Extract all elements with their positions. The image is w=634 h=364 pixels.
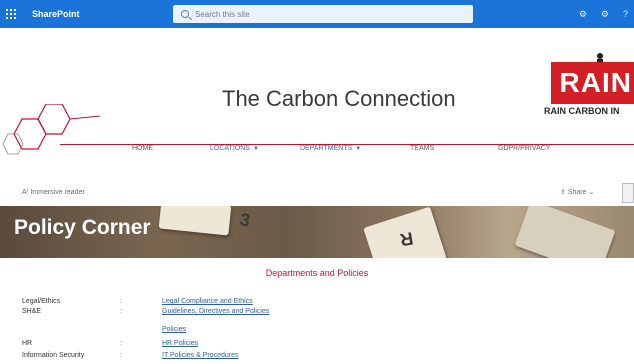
nav-item-gdpr[interactable]: GDPR/PRIVACY <box>498 145 550 152</box>
nav-item-home[interactable]: HOME <box>132 145 153 152</box>
settings-icon[interactable]: ⚙ <box>579 9 587 20</box>
share-label: Share <box>567 189 587 196</box>
immersive-reader-label: Immersive reader <box>30 189 85 196</box>
separator: : <box>120 340 122 347</box>
banner-title: Policy Corner <box>14 216 151 239</box>
hexagon-logo-icon <box>2 104 100 155</box>
policy-link[interactable]: Guidelines, Directives and Policies <box>162 308 269 315</box>
search-box[interactable]: Search this site <box>173 5 473 23</box>
chevron-down-icon: ▼ <box>252 146 259 152</box>
nav-item-departments[interactable]: DEPARTMENTS ▼ <box>300 145 361 152</box>
hero-banner: 3 R Policy Corner <box>0 206 634 258</box>
logo-text: RAIN <box>551 62 634 104</box>
help-icon[interactable]: ? <box>623 9 628 19</box>
chevron-down-icon: ▼ <box>355 146 362 152</box>
policy-link[interactable]: Legal Compliance and Ethics <box>162 298 253 305</box>
department-label: Legal/Ethics <box>22 298 61 305</box>
site-header: The Carbon Connection RAIN RAIN CARBON I… <box>0 28 634 203</box>
search-placeholder: Search this site <box>195 9 250 19</box>
nav-label: LOCATIONS <box>210 145 250 152</box>
tile-letter-image: 3 <box>238 209 252 231</box>
separator: : <box>120 308 122 315</box>
share-icon: ⇪ <box>560 189 568 196</box>
nav-label: TEAMS <box>410 145 435 152</box>
immersive-reader-button[interactable]: A⁾ Immersive reader <box>22 188 85 196</box>
department-label: Information Security <box>22 352 85 359</box>
top-navigation: HOME LOCATIONS ▼ DEPARTMENTS ▼ TEAMS GDPR/… <box>0 145 634 163</box>
logo-subtext: RAIN CARBON IN <box>544 106 620 116</box>
nav-item-teams[interactable]: TEAMS <box>410 145 434 152</box>
suite-bar: SharePoint Search this site ⚙ ⚙ ? <box>0 0 634 28</box>
site-title[interactable]: The Carbon Connection <box>222 86 456 112</box>
page: SharePoint Search this site ⚙ ⚙ ? The Ca… <box>0 0 634 364</box>
search-icon <box>181 10 189 18</box>
policy-link[interactable]: HR Policies <box>162 340 198 347</box>
scrabble-tile-image <box>158 206 232 236</box>
edit-button[interactable] <box>622 183 634 203</box>
scrabble-tile-image <box>514 206 616 258</box>
nav-label: GDPR/PRIVACY <box>498 145 551 152</box>
nav-label: DEPARTMENTS <box>300 145 353 152</box>
command-bar: A⁾ Immersive reader ⇪ Share ⌄ <box>0 183 634 205</box>
chevron-down-icon: ⌄ <box>586 189 595 196</box>
section-title: Departments and Policies <box>265 268 369 278</box>
department-label: SH&E <box>22 308 42 315</box>
policy-link[interactable]: Policies <box>162 326 186 333</box>
share-button[interactable]: ⇪ Share ⌄ <box>560 188 594 196</box>
separator: : <box>120 298 122 305</box>
app-launcher-icon[interactable] <box>0 0 22 28</box>
company-logo[interactable]: RAIN RAIN CARBON IN <box>544 50 634 130</box>
gear-icon[interactable]: ⚙ <box>601 9 609 20</box>
policy-link[interactable]: IT Policies & Procedures <box>162 352 239 359</box>
nav-item-locations[interactable]: LOCATIONS ▼ <box>210 145 259 152</box>
separator: : <box>120 352 122 359</box>
app-name[interactable]: SharePoint <box>32 9 80 19</box>
nav-label: HOME <box>132 145 153 152</box>
department-label: HR <box>22 340 33 347</box>
